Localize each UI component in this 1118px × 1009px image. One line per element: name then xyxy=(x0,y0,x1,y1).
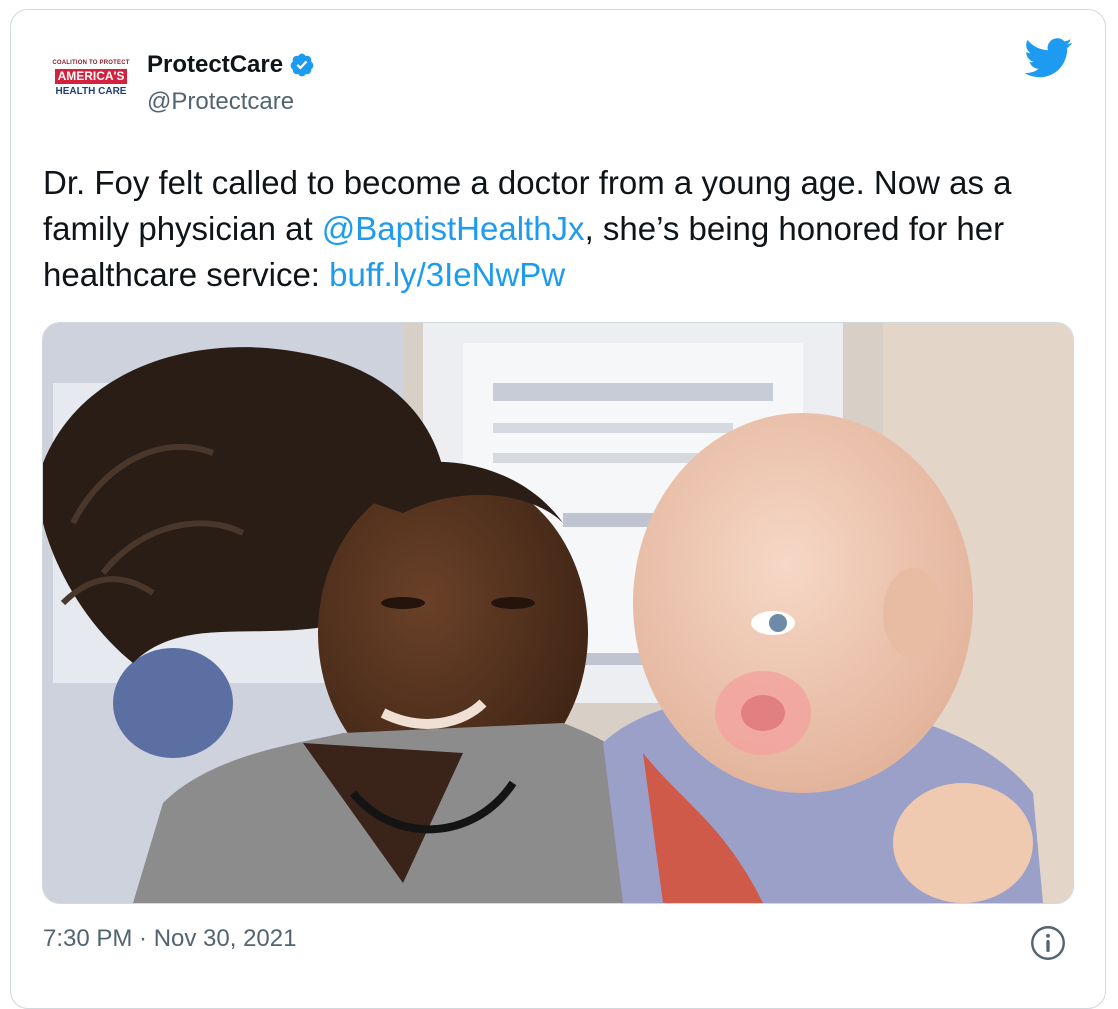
tweet-text: Dr. Foy felt called to become a doctor f… xyxy=(43,160,1093,298)
account-handle[interactable]: @Protectcare xyxy=(147,88,294,116)
twitter-bird-icon[interactable] xyxy=(1025,38,1073,78)
avatar[interactable]: COALITION TO PROTECT AMERICA'S HEALTH CA… xyxy=(47,60,135,102)
name-row[interactable]: ProtectCare xyxy=(147,48,315,82)
mention-link[interactable]: @BaptistHealthJx xyxy=(322,210,585,247)
url-link[interactable]: buff.ly/3IeNwPw xyxy=(329,256,565,293)
display-name[interactable]: ProtectCare xyxy=(147,51,283,79)
photo-illustration xyxy=(43,323,1073,903)
tweet-timestamp[interactable]: 7:30 PM · Nov 30, 2021 xyxy=(43,925,296,953)
verified-badge-icon xyxy=(290,53,314,77)
avatar-line-1: COALITION TO PROTECT xyxy=(52,60,130,66)
avatar-line-2: AMERICA'S xyxy=(54,69,128,84)
avatar-line-3: HEALTH CARE xyxy=(55,86,127,97)
info-icon[interactable] xyxy=(1030,925,1066,961)
tweet-media-image[interactable] xyxy=(42,322,1074,904)
